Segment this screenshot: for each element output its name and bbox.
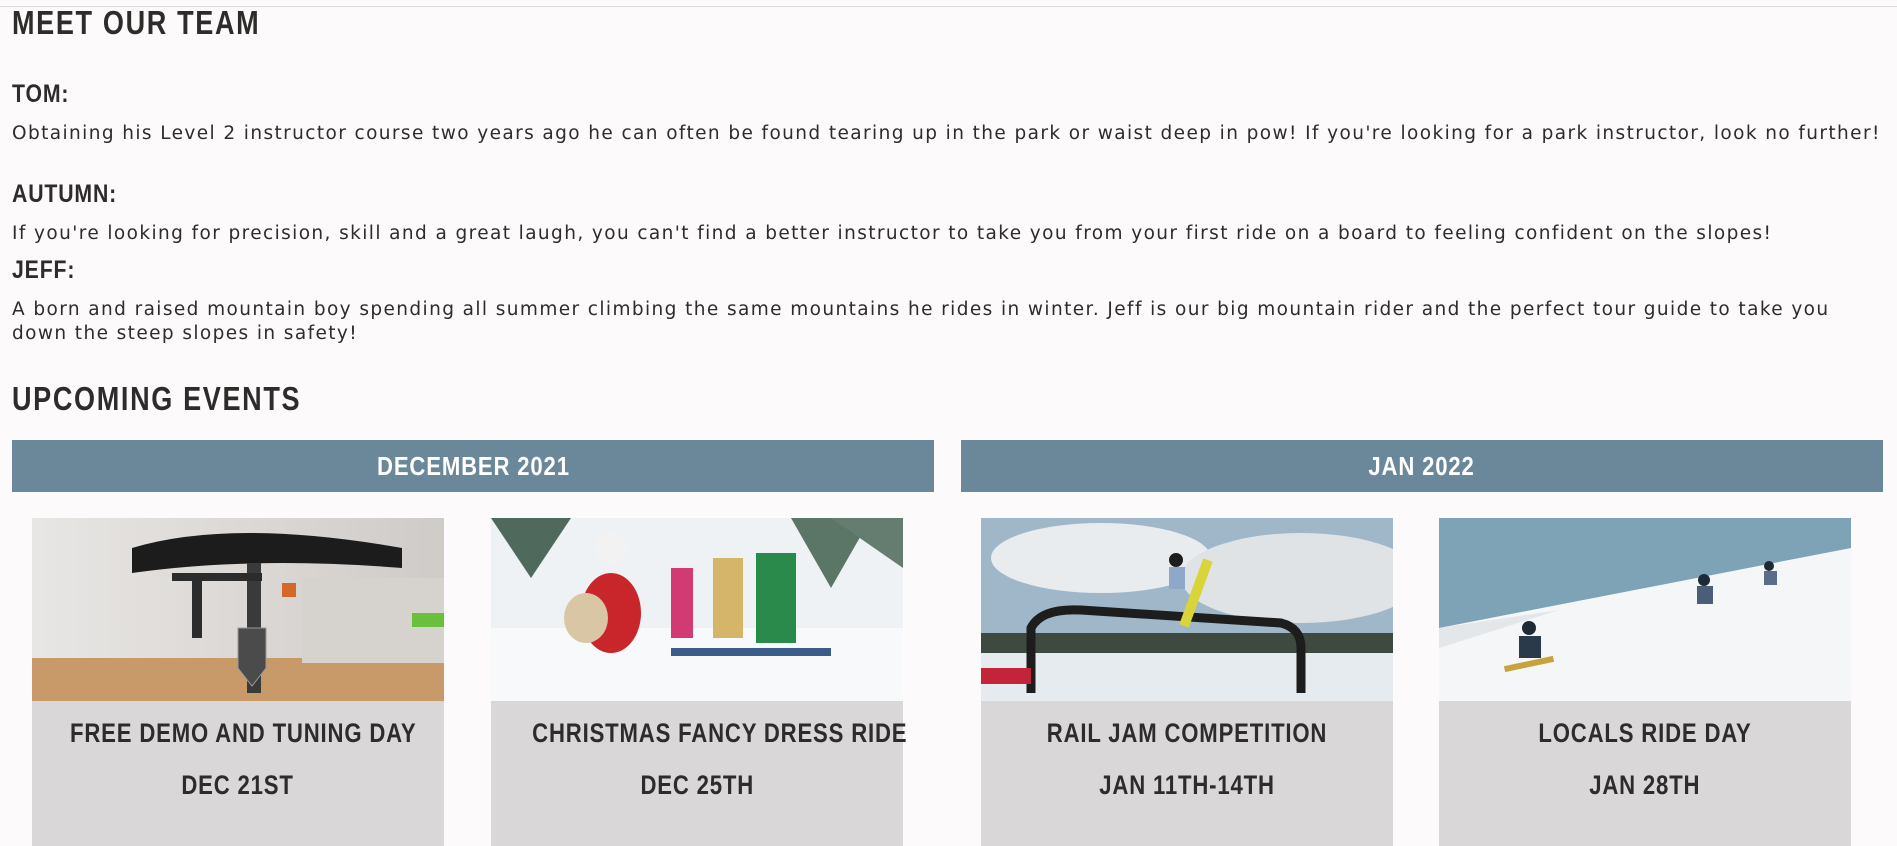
event-card-locals-ride[interactable]: LOCALS RIDE DAY JAN 28TH: [1439, 518, 1851, 846]
event-card-fancy-dress[interactable]: CHRISTMAS FANCY DRESS RIDE DEC 25TH: [491, 518, 908, 846]
rail-jump-photo: [981, 518, 1393, 701]
events-heading: UPCOMING EVENTS: [12, 380, 302, 417]
event-title: RAIL JAM COMPETITION: [1046, 718, 1328, 748]
event-date: JAN 28TH: [1589, 770, 1701, 800]
month-bar-december: DECEMBER 2021: [12, 440, 934, 492]
event-date: DEC 25TH: [640, 770, 754, 800]
event-card-rail-jam[interactable]: RAIL JAM COMPETITION JAN 11TH-14TH: [981, 518, 1393, 846]
event-date: JAN 11TH-14TH: [1099, 770, 1275, 800]
member-bio-tom: Obtaining his Level 2 instructor course …: [12, 123, 1881, 144]
member-name-autumn: AUTUMN:: [12, 180, 118, 208]
member-name-jeff: JEFF:: [12, 256, 76, 284]
month-label: JAN 2022: [1368, 450, 1476, 481]
snowboard-binding-photo: [32, 518, 444, 701]
event-date: DEC 21ST: [181, 770, 295, 800]
event-card-demo-day[interactable]: FREE DEMO AND TUNING DAY DEC 21ST: [32, 518, 444, 846]
event-title: FREE DEMO AND TUNING DAY: [70, 718, 417, 748]
month-bar-january: JAN 2022: [961, 440, 1883, 492]
team-heading: MEET OUR TEAM: [12, 4, 261, 41]
costumed-riders-photo: [491, 518, 903, 701]
member-name-tom: TOM:: [12, 80, 70, 108]
member-bio-autumn: If you're looking for precision, skill a…: [12, 223, 1773, 244]
riders-on-slope-photo: [1439, 518, 1851, 701]
event-title: CHRISTMAS FANCY DRESS RIDE: [532, 718, 908, 748]
member-bio-jeff: A born and raised mountain boy spending …: [12, 299, 1830, 344]
month-label: DECEMBER 2021: [376, 450, 570, 481]
top-divider: [0, 6, 1897, 7]
event-title: LOCALS RIDE DAY: [1538, 718, 1752, 748]
